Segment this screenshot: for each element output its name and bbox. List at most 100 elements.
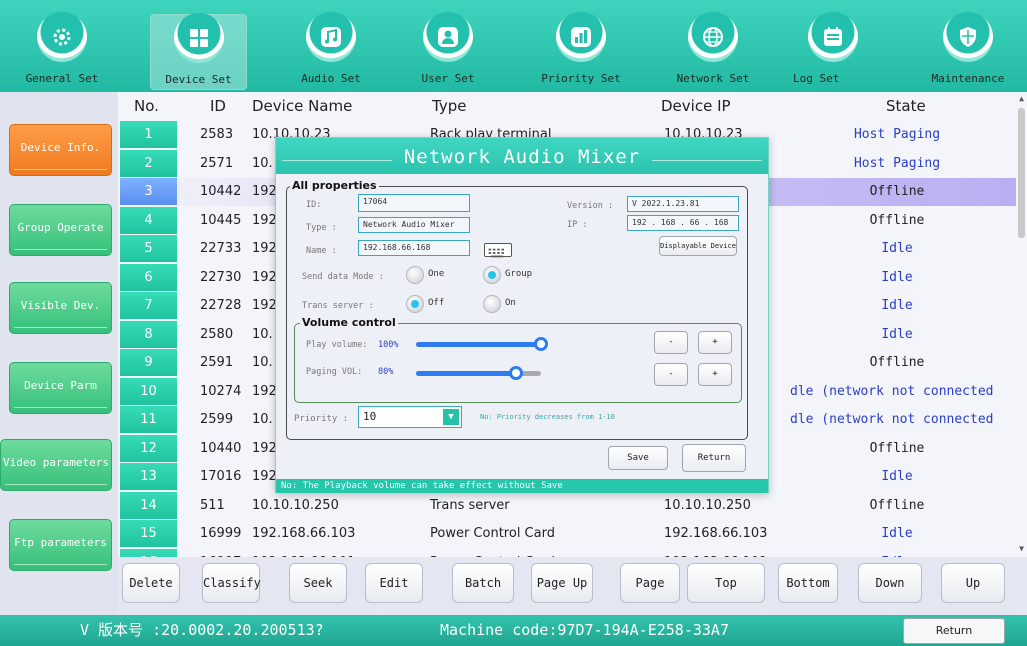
top-button[interactable]: Top bbox=[687, 563, 765, 603]
play-volume-knob[interactable] bbox=[534, 337, 548, 351]
sidebar-item-visible-dev[interactable]: Visible Dev. bbox=[9, 282, 112, 334]
cell-no: 12 bbox=[120, 434, 177, 462]
page-down-button[interactable]: Page Down bbox=[620, 563, 680, 628]
scroll-up-arrow-icon[interactable]: ▲ bbox=[1016, 94, 1027, 106]
nav-device-set[interactable]: Device Set bbox=[150, 13, 247, 90]
cell-device-name: 192 bbox=[252, 440, 277, 456]
cell-device-name: 10. bbox=[252, 326, 273, 342]
nav-general-set[interactable]: General Set bbox=[14, 0, 110, 92]
cell-no: 4 bbox=[120, 206, 177, 234]
nav-network-set[interactable]: Network Set bbox=[665, 0, 761, 92]
nav-label: Network Set bbox=[676, 72, 750, 85]
nav-audio-set[interactable]: Audio Set bbox=[283, 0, 379, 92]
paging-volume-slider[interactable] bbox=[416, 366, 541, 380]
cell-device-name: 192 bbox=[252, 241, 277, 256]
column-header-id[interactable]: ID bbox=[210, 92, 226, 118]
priority-select[interactable]: 10 ▼ bbox=[358, 406, 462, 428]
id-field[interactable]: 17064 bbox=[358, 194, 470, 212]
save-button[interactable]: Save bbox=[608, 446, 668, 470]
sidebar-item-label: Group Operate bbox=[17, 221, 104, 234]
cell-device-name: 192 bbox=[252, 184, 277, 199]
sidebar-item-video-parameters[interactable]: Video parameters bbox=[0, 439, 112, 491]
column-header-no[interactable]: No. bbox=[134, 92, 159, 118]
send-group-radio[interactable] bbox=[483, 266, 501, 284]
nav-user-set[interactable]: User Set bbox=[400, 0, 496, 92]
sidebar-item-group-operate[interactable]: Group Operate bbox=[9, 204, 112, 256]
down-button[interactable]: Down bbox=[858, 563, 922, 603]
cell-id: 10440 bbox=[200, 440, 242, 456]
nav-log-set[interactable]: Log Set bbox=[785, 0, 881, 92]
vertical-scrollbar[interactable]: ▲ ▼ bbox=[1016, 92, 1027, 557]
cell-state: dle (network not connected bbox=[790, 412, 994, 427]
type-field[interactable]: Network Audio Mixer bbox=[358, 217, 470, 233]
paging-volume-value: 80% bbox=[378, 367, 394, 377]
version-field[interactable]: V 2022.1.23.81 bbox=[627, 196, 739, 212]
scroll-thumb[interactable] bbox=[1018, 108, 1025, 238]
divider bbox=[14, 249, 107, 250]
priority-label: Priority : bbox=[294, 414, 349, 424]
column-header-device-name[interactable]: Device Name bbox=[252, 92, 352, 118]
ip-field[interactable]: 192 . 168 . 66 . 168 bbox=[627, 215, 739, 231]
all-properties-legend: All properties bbox=[290, 179, 379, 192]
dialog-return-button[interactable]: Return bbox=[682, 444, 746, 472]
nav-maintenance[interactable]: Maintenance bbox=[912, 0, 1024, 92]
bar-chart-icon bbox=[556, 12, 606, 62]
cell-state: Offline bbox=[869, 184, 925, 199]
table-row[interactable]: 16 16997 192.168.66.101 Power Control Card 1… bbox=[118, 548, 1016, 558]
divider bbox=[5, 484, 107, 485]
name-field[interactable]: 192.168.66.168 bbox=[358, 240, 470, 256]
paging-volume-plus-button[interactable]: + bbox=[698, 363, 732, 386]
batch-button[interactable]: Batch bbox=[452, 563, 514, 603]
cell-type: Power Control Card bbox=[430, 549, 555, 558]
table-row[interactable]: 14 511 10.10.10.250 Trans server 10.10.10.25… bbox=[118, 491, 1016, 520]
nav-priority-set[interactable]: Priority Set bbox=[533, 0, 629, 92]
seek-button[interactable]: Seek bbox=[289, 563, 347, 603]
play-volume-slider[interactable] bbox=[416, 337, 548, 351]
displayable-device-button[interactable]: Displayable Device bbox=[659, 236, 737, 256]
column-header-type[interactable]: Type bbox=[432, 92, 466, 118]
up-button[interactable]: Up bbox=[941, 563, 1005, 603]
chevron-down-icon[interactable]: ▼ bbox=[443, 409, 459, 425]
cell-no: 13 bbox=[120, 463, 177, 490]
scroll-down-arrow-icon[interactable]: ▼ bbox=[1016, 544, 1027, 556]
cell-id: 2591 bbox=[200, 355, 234, 370]
priority-value: 10 bbox=[363, 410, 377, 423]
sidebar-item-ftp-parameters[interactable]: Ftp parameters bbox=[9, 519, 112, 571]
sidebar-item-label: Device Info. bbox=[20, 141, 101, 154]
user-icon bbox=[423, 12, 473, 62]
paging-volume-knob[interactable] bbox=[509, 366, 523, 380]
divider bbox=[14, 169, 107, 170]
cell-state: Idle bbox=[881, 326, 913, 342]
nav-label: Device Set bbox=[165, 73, 232, 86]
divider bbox=[282, 160, 392, 161]
delete-button[interactable]: Delete bbox=[122, 563, 180, 603]
play-volume-plus-button[interactable]: + bbox=[698, 331, 732, 354]
bottom-button[interactable]: Bottom bbox=[778, 563, 838, 603]
play-volume-fill bbox=[416, 342, 541, 347]
return-button[interactable]: Return bbox=[903, 618, 1005, 644]
page-up-button[interactable]: Page Up bbox=[531, 563, 593, 603]
sidebar-item-label: Video parameters bbox=[3, 456, 109, 469]
cell-id: 16999 bbox=[200, 526, 242, 541]
column-header-device-ip[interactable]: Device IP bbox=[661, 92, 731, 118]
cell-state: dle (network not connected bbox=[790, 383, 994, 399]
column-header-state[interactable]: State bbox=[886, 92, 926, 118]
cell-device-name: 10. bbox=[252, 155, 273, 171]
version-label: Version : bbox=[567, 201, 614, 211]
play-volume-minus-button[interactable]: - bbox=[654, 331, 688, 354]
keyboard-icon[interactable] bbox=[484, 243, 512, 258]
cell-device-name: 10. bbox=[252, 412, 273, 427]
sidebar-item-device-info[interactable]: Device Info. bbox=[9, 124, 112, 176]
nav-label: Maintenance bbox=[931, 72, 1005, 85]
trans-off-radio[interactable] bbox=[406, 295, 424, 313]
cell-id: 22728 bbox=[200, 298, 242, 313]
classify-button[interactable]: Classify bbox=[202, 563, 261, 603]
dialog-title-bar[interactable]: Network Audio Mixer bbox=[276, 138, 768, 174]
edit-button[interactable]: Edit bbox=[365, 563, 423, 603]
sidebar-item-device-parm[interactable]: Device Parm bbox=[9, 362, 112, 414]
paging-volume-minus-button[interactable]: - bbox=[654, 363, 688, 386]
trans-on-radio[interactable] bbox=[483, 295, 501, 313]
cell-device-name: 192.168.66.101 bbox=[252, 549, 355, 558]
send-one-radio[interactable] bbox=[406, 266, 424, 284]
table-row[interactable]: 15 16999 192.168.66.103 Power Control Card 1… bbox=[118, 520, 1016, 548]
